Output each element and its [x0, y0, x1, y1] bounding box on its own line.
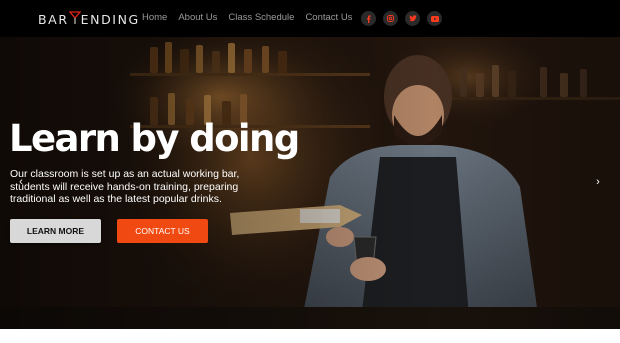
- nav-about-us[interactable]: About Us: [178, 12, 217, 23]
- main-nav: Home About Us Class Schedule Contact Us: [142, 12, 363, 23]
- facebook-icon: [367, 14, 371, 23]
- logo-text-left: BAR: [38, 12, 69, 27]
- nav-class-schedule[interactable]: Class Schedule: [228, 12, 294, 23]
- social-links: [361, 11, 449, 26]
- contact-us-button[interactable]: CONTACT US: [117, 219, 208, 243]
- logo-glass-icon: [68, 11, 81, 25]
- instagram-link[interactable]: [383, 11, 398, 26]
- nav-home[interactable]: Home: [142, 12, 167, 23]
- facebook-link[interactable]: [361, 11, 376, 26]
- instagram-icon: [387, 15, 394, 22]
- twitter-icon: [408, 15, 417, 22]
- slider-next-icon[interactable]: ›: [592, 174, 604, 190]
- youtube-icon: [430, 15, 439, 22]
- hero-subtext: Our classroom is set up as an actual wor…: [10, 168, 240, 205]
- hero-slider: Learn by doing Our classroom is set up a…: [0, 37, 620, 329]
- nav-contact-us[interactable]: Contact Us: [305, 12, 352, 23]
- site-logo[interactable]: BAR ENDING: [38, 11, 140, 27]
- learn-more-button[interactable]: LEARN MORE: [10, 219, 101, 243]
- top-navbar: BAR ENDING Home About Us Class Schedule C…: [0, 0, 620, 37]
- hero-headline: Learn by doing: [9, 117, 300, 160]
- youtube-link[interactable]: [427, 11, 442, 26]
- slider-prev-icon[interactable]: ‹: [15, 174, 27, 190]
- logo-text-right: ENDING: [80, 12, 140, 27]
- twitter-link[interactable]: [405, 11, 420, 26]
